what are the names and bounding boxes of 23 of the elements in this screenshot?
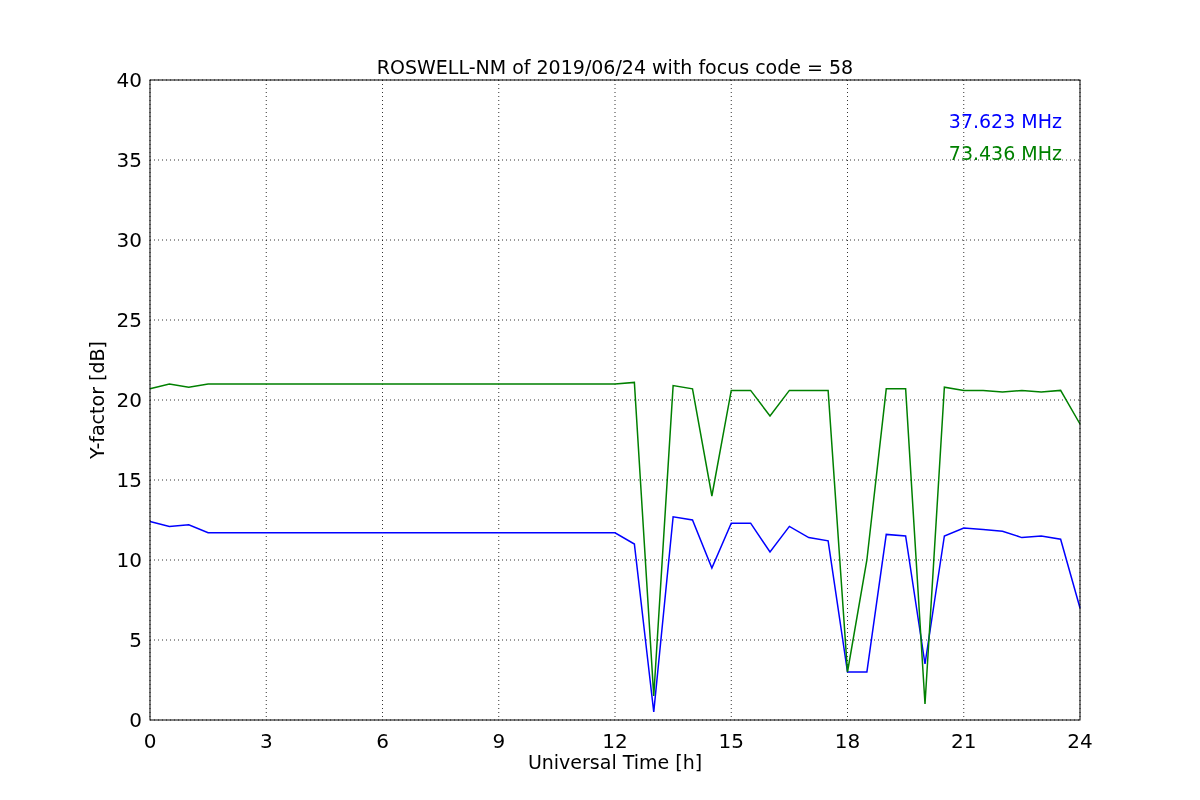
y-tick-label: 35	[116, 148, 142, 172]
y-tick-label: 0	[129, 708, 142, 732]
x-tick-label: 12	[602, 729, 628, 753]
y-tick-label: 25	[116, 308, 142, 332]
y-tick-label: 20	[116, 388, 142, 412]
x-tick-label: 9	[492, 729, 506, 753]
chart-title: ROSWELL-NM of 2019/06/24 with focus code = 58	[376, 56, 854, 78]
x-tick-label: 21	[951, 729, 977, 753]
x-tick-label: 0	[143, 729, 157, 753]
y-tick-label: 15	[116, 468, 142, 492]
x-tick-label: 18	[834, 729, 861, 753]
y-tick-label: 10	[116, 548, 142, 572]
y-tick-label: 5	[129, 628, 142, 652]
y-tick-label: 30	[116, 228, 142, 252]
y-tick-label: 40	[116, 68, 142, 92]
x-tick-label: 6	[376, 729, 389, 753]
y-axis-label: Y-factor [dB]	[86, 341, 108, 459]
x-tick-label: 24	[1067, 729, 1093, 753]
legend-label: 37.623 MHz	[948, 110, 1062, 132]
x-axis-label: Universal Time [h]	[527, 751, 703, 773]
x-tick-label: 3	[259, 729, 273, 753]
x-tick-label: 15	[718, 729, 744, 753]
legend-label: 73.436 MHz	[948, 142, 1062, 164]
